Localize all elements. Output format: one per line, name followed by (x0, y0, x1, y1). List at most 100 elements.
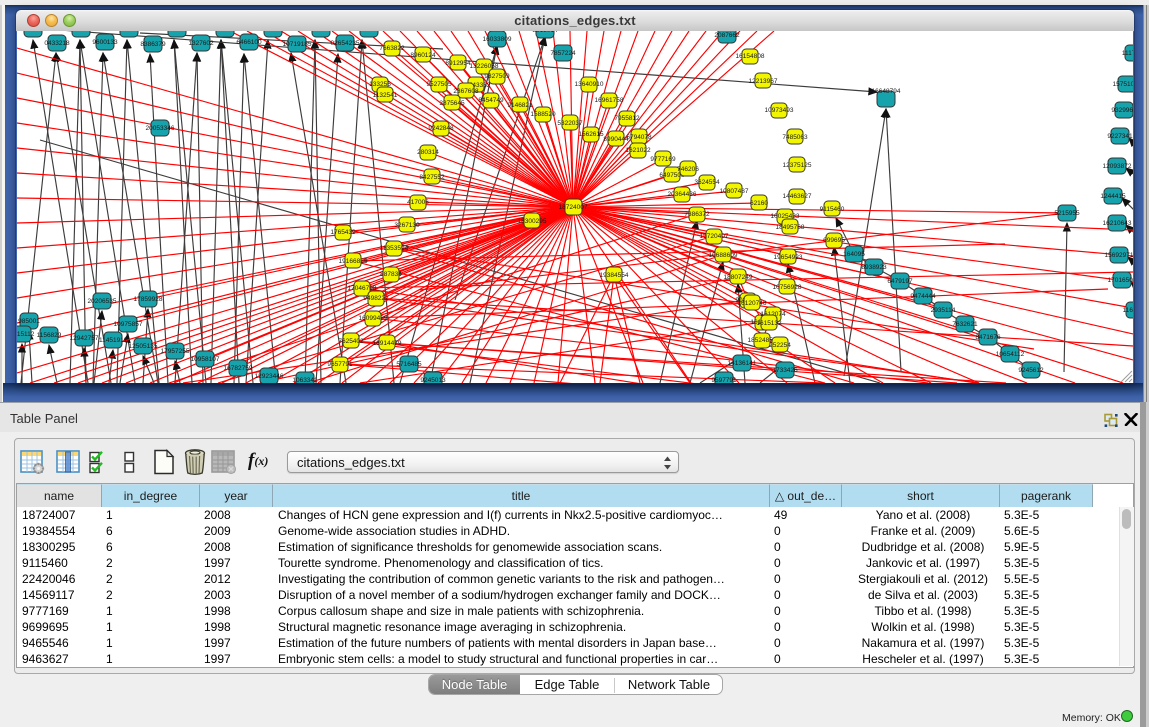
svg-text:9597791: 9597791 (711, 377, 737, 383)
svg-text:15692971: 15692971 (1105, 252, 1133, 259)
svg-text:16961758: 16961758 (595, 97, 624, 104)
svg-text:1588520: 1588520 (530, 111, 556, 118)
svg-text:20364436: 20364436 (668, 191, 697, 198)
svg-text:12505135: 12505135 (129, 343, 158, 350)
svg-text:20053346: 20053346 (146, 125, 175, 132)
svg-text:11353594: 11353594 (380, 245, 409, 252)
svg-text:13640910: 13640910 (575, 81, 604, 88)
svg-text:19166825: 19166825 (339, 258, 368, 265)
svg-text:10807487: 10807487 (720, 188, 749, 195)
svg-text:18300295: 18300295 (518, 218, 547, 225)
svg-text:7485063: 7485063 (782, 134, 808, 141)
svg-text:16154808: 16154808 (736, 53, 765, 60)
svg-text:8912954: 8912954 (445, 60, 471, 67)
svg-text:9329966: 9329966 (1111, 107, 1133, 114)
svg-text:9777169: 9777169 (650, 156, 676, 163)
svg-text:9474444: 9474444 (910, 293, 936, 300)
svg-text:3267130: 3267130 (394, 222, 420, 229)
svg-text:7663822: 7663822 (379, 45, 405, 52)
svg-text:10719185: 10719185 (283, 41, 312, 48)
svg-text:17016504: 17016504 (1108, 277, 1133, 284)
svg-text:1765439: 1765439 (330, 229, 356, 236)
svg-text:10958107: 10958107 (191, 356, 220, 363)
svg-text:9115460: 9115460 (820, 206, 845, 213)
svg-text:1063341: 1063341 (292, 377, 318, 383)
svg-text:11451911: 11451911 (99, 337, 127, 344)
svg-text:7955812: 7955812 (614, 115, 640, 122)
svg-text:1562615: 1562615 (578, 131, 604, 138)
svg-text:5322037: 5322037 (557, 120, 583, 127)
svg-text:17859928: 17859928 (134, 296, 163, 303)
svg-text:12093872: 12093872 (1103, 163, 1132, 170)
svg-text:9657791: 9657791 (327, 361, 353, 368)
svg-text:9227341: 9227341 (1107, 133, 1133, 140)
svg-text:10688609: 10688609 (709, 252, 738, 259)
svg-text:0433218: 0433218 (44, 40, 70, 47)
svg-text:887834: 887834 (380, 271, 402, 278)
svg-text:3875645: 3875645 (439, 100, 465, 107)
svg-text:14136141: 14136141 (728, 360, 757, 367)
svg-text:18495768: 18495768 (776, 224, 805, 231)
svg-text:5215955: 5215955 (1054, 210, 1080, 217)
svg-text:8454749: 8454749 (478, 97, 504, 104)
svg-text:1167534: 1167534 (1123, 307, 1133, 314)
svg-text:8813014: 8813014 (532, 31, 558, 34)
svg-text:3915112: 3915112 (17, 331, 35, 338)
svg-text:14463627: 14463627 (783, 193, 812, 200)
svg-text:280314: 280314 (417, 149, 439, 156)
svg-text:9146821: 9146821 (507, 102, 533, 109)
svg-text:417006: 417006 (407, 199, 429, 206)
svg-text:1132541: 1132541 (373, 92, 398, 99)
svg-text:8471676: 8471676 (975, 334, 1001, 341)
svg-text:16099489: 16099489 (359, 315, 388, 322)
svg-text:164095: 164095 (843, 251, 865, 258)
svg-text:12213967: 12213967 (749, 78, 778, 85)
svg-text:985001: 985001 (18, 318, 40, 325)
svg-text:18807249: 18807249 (724, 274, 753, 281)
svg-text:12923446: 12923446 (255, 373, 284, 380)
svg-text:7632621: 7632621 (952, 321, 978, 328)
svg-text:1615132: 1615132 (756, 320, 782, 327)
svg-text:19384554: 19384554 (600, 272, 629, 279)
svg-text:252254: 252254 (769, 342, 791, 349)
svg-text:7625402: 7625402 (338, 338, 364, 345)
svg-text:17957255: 17957255 (161, 348, 190, 355)
svg-text:16648794: 16648794 (872, 88, 901, 95)
svg-text:8427552: 8427552 (419, 174, 445, 181)
svg-text:7857224: 7857224 (550, 50, 576, 57)
svg-text:8960124: 8960124 (410, 52, 436, 59)
svg-text:16033809: 16033809 (483, 36, 512, 43)
svg-text:9327509: 9327509 (484, 73, 510, 80)
svg-text:12375125: 12375125 (783, 162, 812, 169)
svg-text:5716485: 5716485 (396, 361, 422, 368)
svg-text:10975857: 10975857 (114, 321, 143, 328)
svg-text:16782759: 16782759 (224, 365, 253, 372)
svg-text:9242848: 9242848 (428, 125, 454, 132)
svg-text:9498222: 9498222 (363, 295, 389, 302)
svg-text:9245013: 9245013 (420, 377, 446, 383)
svg-text:16914479: 16914479 (373, 340, 402, 347)
svg-text:19654923: 19654923 (774, 254, 803, 261)
svg-text:8990444: 8990444 (603, 136, 629, 143)
svg-text:8386379: 8386379 (140, 41, 166, 48)
svg-text:1156829: 1156829 (37, 332, 62, 339)
svg-text:62160: 62160 (750, 200, 768, 207)
svg-text:746206: 746206 (677, 166, 699, 173)
svg-text:12942757: 12942757 (70, 335, 99, 342)
svg-text:16210643: 16210643 (1103, 220, 1132, 227)
svg-text:15720407: 15720407 (700, 233, 729, 240)
svg-text:8938923: 8938923 (861, 264, 887, 271)
svg-text:18724007: 18724007 (559, 204, 588, 211)
svg-text:20206535: 20206535 (88, 298, 117, 305)
svg-text:1327602: 1327602 (188, 40, 214, 47)
svg-text:10756928: 10756928 (773, 284, 802, 291)
svg-text:9600133: 9600133 (92, 39, 118, 46)
svg-text:2087662: 2087662 (714, 32, 740, 39)
svg-text:2367608: 2367608 (453, 88, 479, 95)
svg-text:6479197: 6479197 (887, 278, 913, 285)
svg-text:1244415: 1244415 (1100, 193, 1126, 200)
svg-text:7386372: 7386372 (684, 211, 710, 218)
svg-text:10654112: 10654112 (996, 351, 1025, 358)
svg-text:10973493: 10973493 (765, 107, 794, 114)
svg-text:2935114: 2935114 (931, 307, 956, 314)
